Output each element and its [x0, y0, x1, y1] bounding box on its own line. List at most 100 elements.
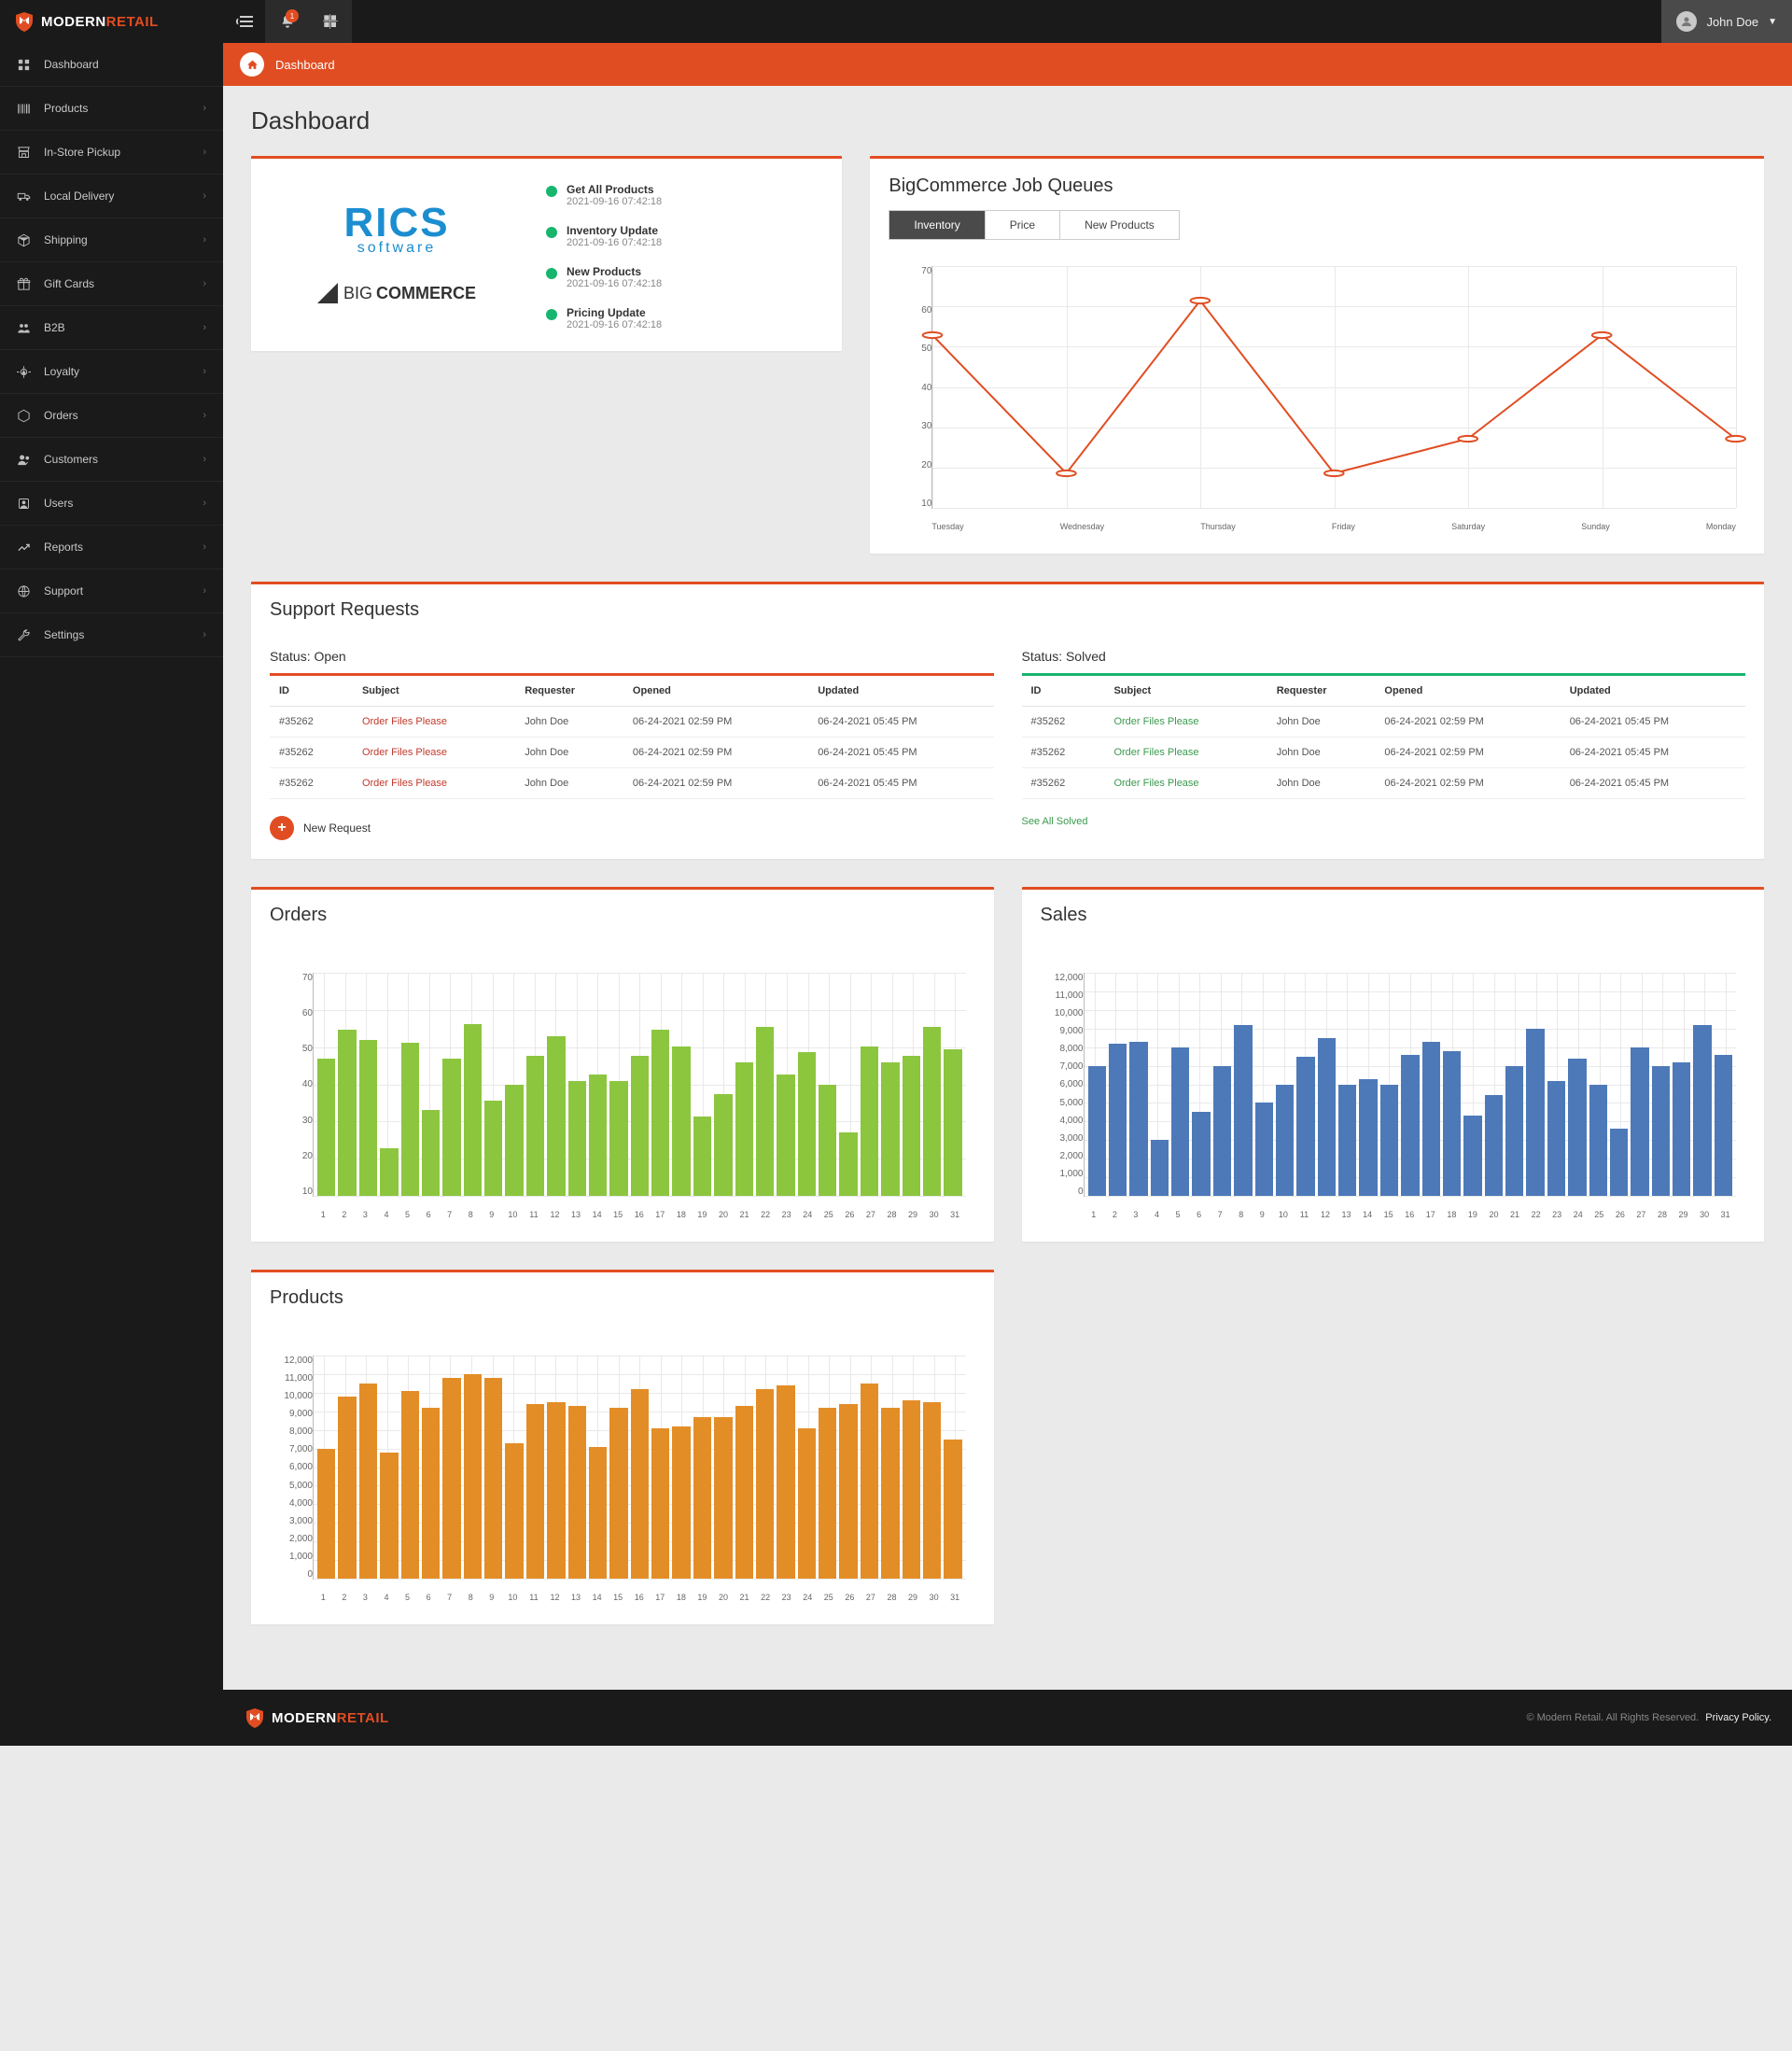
bar [422, 1110, 440, 1196]
support-open-label: Status: Open [270, 649, 994, 664]
chevron-right-icon: › [203, 147, 206, 158]
bar [881, 1408, 899, 1579]
bar [1129, 1042, 1147, 1196]
sidebar-item-users[interactable]: Users› [0, 482, 223, 526]
sidebar-item-dashboard[interactable]: Dashboard [0, 43, 223, 87]
job-queues-card: BigCommerce Job Queues InventoryPriceNew… [870, 156, 1764, 554]
table-row: #35262Order Files PleaseJohn Doe06-24-20… [1022, 768, 1746, 799]
bar [547, 1402, 565, 1579]
bar [1234, 1025, 1252, 1196]
footer-copyright: © Modern Retail. All Rights Reserved. [1526, 1712, 1699, 1723]
bar [1547, 1081, 1565, 1196]
bar [693, 1117, 711, 1196]
bar [317, 1059, 335, 1196]
bar [484, 1101, 502, 1196]
bar [484, 1378, 502, 1579]
tab-inventory[interactable]: Inventory [889, 211, 985, 239]
ticket-subject-link[interactable]: Order Files Please [353, 707, 515, 738]
ticket-subject-link[interactable]: Order Files Please [1104, 707, 1267, 738]
bar [464, 1374, 482, 1579]
bar [672, 1047, 690, 1196]
sidebar-item-customers[interactable]: Customers› [0, 438, 223, 482]
ticket-subject-link[interactable]: Order Files Please [1104, 738, 1267, 768]
bar [1526, 1029, 1544, 1196]
bar [798, 1428, 816, 1579]
bar [526, 1056, 544, 1196]
chevron-right-icon: › [203, 278, 206, 289]
bar [442, 1059, 460, 1196]
sidebar-item-shipping[interactable]: Shipping› [0, 218, 223, 262]
support-solved-table: IDSubjectRequesterOpenedUpdated #35262Or… [1022, 673, 1746, 799]
sidebar-item-label: Local Delivery [44, 190, 114, 203]
orders-chart: 7060504030201012345678910111213141516171… [270, 963, 975, 1225]
plus-icon: + [270, 816, 294, 840]
bar [944, 1440, 961, 1579]
bar [526, 1404, 544, 1579]
notifications-button[interactable]: 1 [266, 0, 309, 43]
orders-title: Orders [251, 890, 994, 934]
see-all-solved-link[interactable]: See All Solved [1022, 816, 1088, 827]
status-label: Pricing Update [567, 306, 662, 319]
sidebar-item-in-store-pickup[interactable]: In-Store Pickup› [0, 131, 223, 175]
sidebar-item-settings[interactable]: Settings› [0, 613, 223, 657]
bar [1192, 1112, 1210, 1196]
table-header: Requester [1267, 675, 1376, 707]
menu-icon [236, 15, 253, 28]
home-icon[interactable] [240, 52, 264, 77]
sidebar-item-products[interactable]: Products› [0, 87, 223, 131]
bar [1359, 1079, 1377, 1196]
bar [651, 1428, 669, 1579]
bar [380, 1148, 398, 1196]
menu-toggle-button[interactable] [223, 0, 266, 43]
sidebar-item-label: B2B [44, 321, 65, 334]
bar [881, 1062, 899, 1196]
chevron-right-icon: › [203, 322, 206, 333]
bar [903, 1400, 920, 1579]
sidebar-item-support[interactable]: Support› [0, 569, 223, 613]
ticket-subject-link[interactable]: Order Files Please [1104, 768, 1267, 799]
table-header: ID [270, 675, 353, 707]
user-menu[interactable]: John Doe ▼ [1661, 0, 1792, 43]
caret-down-icon: ▼ [1768, 17, 1777, 27]
products-chart: 12,00011,00010,0009,0008,0007,0006,0005,… [270, 1346, 975, 1608]
chevron-right-icon: › [203, 629, 206, 640]
sidebar-item-orders[interactable]: Orders› [0, 394, 223, 438]
sidebar-item-gift-cards[interactable]: Gift Cards› [0, 262, 223, 306]
bar [735, 1406, 753, 1579]
sidebar-item-loyalty[interactable]: Loyalty› [0, 350, 223, 394]
status-timestamp: 2021-09-16 07:42:18 [567, 278, 662, 289]
bar [1213, 1066, 1231, 1196]
bar [359, 1384, 377, 1579]
bar [609, 1081, 627, 1196]
tab-new-products[interactable]: New Products [1060, 211, 1179, 239]
chevron-right-icon: › [203, 454, 206, 465]
sidebar-item-label: Users [44, 497, 73, 510]
bar [756, 1027, 774, 1196]
sidebar-item-label: Products [44, 102, 88, 115]
sales-chart: 12,00011,00010,0009,0008,0007,0006,0005,… [1041, 963, 1746, 1225]
bar [923, 1402, 941, 1579]
table-header: Updated [1561, 675, 1745, 707]
sidebar-item-reports[interactable]: Reports› [0, 526, 223, 569]
bar [839, 1132, 857, 1196]
privacy-link[interactable]: Privacy Policy. [1705, 1712, 1771, 1723]
table-header: Subject [1104, 675, 1267, 707]
bar [1693, 1025, 1711, 1196]
apps-button[interactable] [309, 0, 352, 43]
tab-price[interactable]: Price [986, 211, 1060, 239]
table-row: #35262Order Files PleaseJohn Doe06-24-20… [270, 707, 994, 738]
new-request-button[interactable]: + New Request [270, 816, 994, 840]
sidebar-item-local-delivery[interactable]: Local Delivery› [0, 175, 223, 218]
bar [359, 1040, 377, 1196]
bar [568, 1406, 586, 1579]
bar [651, 1030, 669, 1196]
shield-icon [13, 10, 35, 33]
sidebar-item-b2b[interactable]: B2B › [0, 306, 223, 350]
ticket-subject-link[interactable]: Order Files Please [353, 738, 515, 768]
support-solved-col: Status: Solved IDSubjectRequesterOpenedU… [1022, 641, 1746, 840]
bar [338, 1397, 356, 1579]
bar [464, 1024, 482, 1196]
ticket-subject-link[interactable]: Order Files Please [353, 768, 515, 799]
brand-logo[interactable]: MODERNRETAIL [0, 0, 223, 43]
chevron-right-icon: › [203, 410, 206, 421]
